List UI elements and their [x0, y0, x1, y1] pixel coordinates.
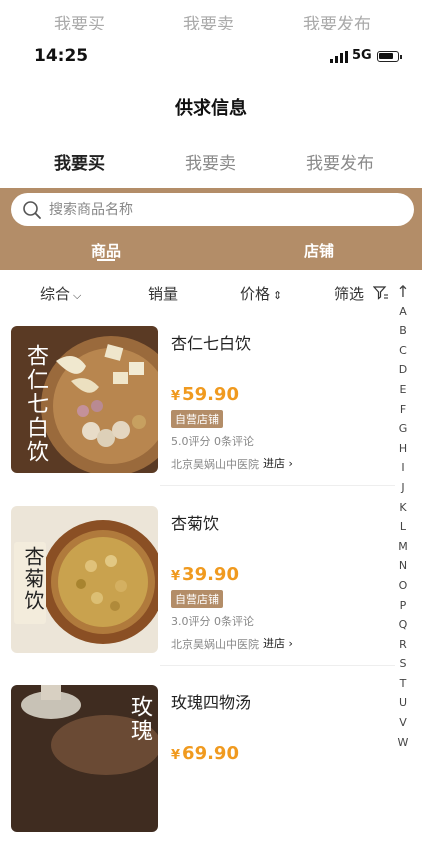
index-letter[interactable]: D — [395, 360, 411, 380]
filter-comprehensive[interactable]: 综合 ⌵ — [40, 283, 81, 304]
filter-sales[interactable]: 销量 — [148, 283, 178, 304]
tab-publish[interactable]: 我要发布 — [306, 149, 374, 174]
enter-shop-link[interactable]: 进店 › — [263, 455, 293, 471]
chevron-right-icon: › — [285, 457, 293, 470]
enter-shop-label: 进店 — [263, 457, 285, 470]
enter-shop-link[interactable]: 进店 › — [263, 635, 293, 651]
product-image: 杏菊饮 — [11, 506, 158, 653]
filter-price-label: 价格 — [240, 285, 271, 303]
index-letter[interactable]: S — [395, 654, 411, 674]
index-letter[interactable]: F — [395, 400, 411, 420]
alphabet-index: ↑ A B C D E F G H I J K L M N O P Q R S T U V W — [395, 282, 411, 752]
filter-price[interactable]: 价格 ⇕ — [240, 283, 282, 304]
divider — [160, 485, 395, 486]
index-letter[interactable]: G — [395, 419, 411, 439]
product-card[interactable]: 杏仁七白饮 杏仁七白饮 ¥59.90 自营店铺 5.0评分 0条评论 北京昊娲山… — [0, 318, 395, 493]
product-image: 玫瑰 — [11, 685, 158, 832]
product-card[interactable]: 玫瑰 玫瑰四物汤 ¥69.90 — [0, 677, 395, 852]
price-value: 39.90 — [182, 564, 239, 585]
sub-tab-indicator — [97, 259, 115, 261]
currency-symbol: ¥ — [171, 389, 181, 404]
chevron-down-icon: ⌵ — [73, 289, 82, 302]
index-letter[interactable]: J — [395, 478, 411, 498]
index-letter[interactable]: T — [395, 674, 411, 694]
filter-bar: 综合 ⌵ 销量 价格 ⇕ 筛选 — [0, 283, 395, 307]
index-letter[interactable]: L — [395, 517, 411, 537]
sort-updown-icon: ⇕ — [273, 289, 283, 302]
ghost-tab-publish: 我要发布 — [303, 15, 371, 30]
index-letter[interactable]: A — [395, 302, 411, 322]
currency-symbol: ¥ — [171, 748, 181, 763]
product-name: 杏菊饮 — [171, 514, 220, 533]
index-letter[interactable]: H — [395, 439, 411, 459]
index-letter[interactable]: P — [395, 596, 411, 616]
filter-screen-label: 筛选 — [334, 285, 365, 303]
network-label: 5G — [352, 48, 372, 63]
chevron-right-icon: › — [285, 637, 293, 650]
index-letter[interactable]: R — [395, 635, 411, 655]
product-image-label: 杏菊饮 — [21, 546, 45, 612]
product-name: 杏仁七白饮 — [171, 334, 252, 353]
index-letter[interactable]: W — [395, 733, 411, 753]
index-letter[interactable]: V — [395, 713, 411, 733]
store-badge: 自营店铺 — [171, 590, 223, 608]
product-price: ¥59.90 — [171, 384, 239, 405]
tab-buy[interactable]: 我要买 — [54, 149, 105, 174]
index-letter[interactable]: B — [395, 321, 411, 341]
product-image-label: 杏仁七白饮 — [23, 344, 48, 464]
search-icon — [23, 201, 41, 219]
index-letter[interactable]: K — [395, 498, 411, 518]
index-top-arrow[interactable]: ↑ — [395, 282, 411, 302]
index-letter[interactable]: C — [395, 341, 411, 361]
ghost-tab-sell: 我要卖 — [183, 15, 234, 30]
divider — [160, 665, 395, 666]
filter-funnel-icon — [372, 286, 388, 300]
ghost-tab-buy: 我要买 — [54, 15, 105, 30]
filter-comprehensive-label: 综合 — [40, 285, 71, 303]
currency-symbol: ¥ — [171, 569, 181, 584]
price-value: 69.90 — [182, 743, 239, 764]
shop-name: 北京昊娲山中医院 — [171, 638, 259, 651]
search-bar[interactable] — [11, 193, 414, 226]
product-name: 玫瑰四物汤 — [171, 693, 252, 712]
tab-sell[interactable]: 我要卖 — [185, 149, 236, 174]
index-letter[interactable]: N — [395, 556, 411, 576]
page-title: 供求信息 — [175, 98, 247, 119]
index-letter[interactable]: E — [395, 380, 411, 400]
enter-shop-label: 进店 — [263, 637, 285, 650]
index-letter[interactable]: O — [395, 576, 411, 596]
sub-tab-shops[interactable]: 店铺 — [304, 240, 334, 261]
product-price: ¥39.90 — [171, 564, 239, 585]
product-card[interactable]: 杏菊饮 杏菊饮 ¥39.90 自营店铺 3.0评分 0条评论 北京昊娲山中医院 … — [0, 498, 395, 673]
shop-name: 北京昊娲山中医院 — [171, 458, 259, 471]
signal-icon — [330, 51, 348, 63]
store-badge: 自营店铺 — [171, 410, 223, 428]
index-letter[interactable]: I — [395, 458, 411, 478]
battery-icon — [377, 51, 402, 62]
main-tabs: 我要买 我要卖 我要发布 — [0, 145, 422, 175]
index-letter[interactable]: Q — [395, 615, 411, 635]
status-bar: 14:25 5G — [0, 40, 422, 74]
index-letter[interactable]: U — [395, 693, 411, 713]
filter-screen[interactable]: 筛选 — [334, 283, 389, 304]
product-image-label: 玫瑰 — [127, 695, 152, 743]
product-image: 杏仁七白饮 — [11, 326, 158, 473]
status-time: 14:25 — [34, 46, 89, 66]
ghost-tabs: 我要买 我要卖 我要发布 — [0, 0, 422, 30]
rating-text: 5.0评分 0条评论 — [171, 435, 254, 448]
sub-tab-products[interactable]: 商品 — [91, 240, 121, 261]
search-input[interactable] — [47, 198, 391, 222]
product-price: ¥69.90 — [171, 743, 239, 764]
index-letter[interactable]: M — [395, 537, 411, 557]
price-value: 59.90 — [182, 384, 239, 405]
rating-text: 3.0评分 0条评论 — [171, 615, 254, 628]
